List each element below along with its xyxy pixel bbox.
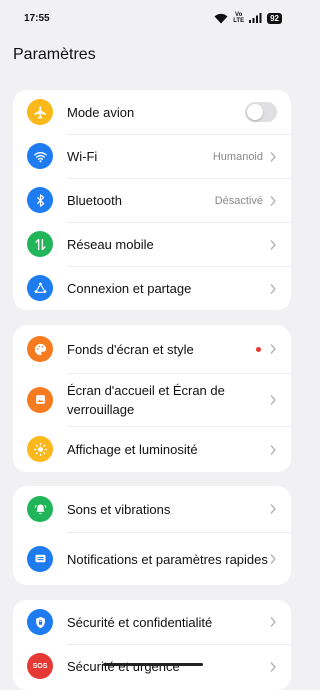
chevron-right-icon [270,504,276,514]
share-icon [27,275,53,301]
mobile-data-icon [27,231,53,257]
status-bar: 17:55 Vo LTE 92 [0,0,305,36]
sos-icon: SOS [27,653,53,679]
palette-icon [27,336,53,362]
settings-item-label: Réseau mobile [67,237,154,252]
settings-item-sons[interactable]: Sons et vibrations [13,486,291,532]
page-title: Paramètres [13,46,96,63]
settings-item-wifi[interactable]: Wi-Fi Humanoid [13,134,291,178]
settings-item-affichage[interactable]: Affichage et luminosité [13,426,291,472]
settings-item-mode-avion[interactable]: Mode avion [13,90,291,134]
notification-icon [27,545,53,572]
settings-item-fonds-ecran[interactable]: Fonds d'écran et style [13,325,291,373]
bluetooth-status-value: Désactivé [214,194,263,207]
settings-item-label: Écran d'accueil et Écran de verrouillage [67,383,225,417]
bell-icon [27,496,53,522]
settings-item-securite-confidentialite[interactable]: Sécurité et confidentialité [13,600,291,644]
chevron-right-icon [270,395,276,405]
chevron-right-icon [270,617,276,627]
wifi-network-value: Humanoid [212,150,263,163]
settings-item-label: Sécurité et urgence [67,659,180,674]
settings-item-ecran-accueil[interactable]: Écran d'accueil et Écran de verrouillage [13,373,291,426]
chevron-right-icon [270,444,276,455]
settings-item-label: Fonds d'écran et style [67,341,194,357]
chevron-right-icon [270,661,276,672]
notification-dot [256,346,261,352]
airplane-mode-toggle[interactable] [245,102,277,122]
lock-icon [27,609,53,635]
settings-item-label: Sons et vibrations [67,501,171,517]
settings-item-label: Affichage et luminosité [67,442,198,457]
settings-item-label: Connexion et partage [67,281,192,296]
settings-item-bluetooth[interactable]: Bluetooth Désactivé [13,178,291,222]
settings-group-sound: Sons et vibrations Notifications et para… [13,486,291,585]
chevron-right-icon [270,554,276,564]
chevron-right-icon [270,344,276,354]
wifi-status-icon [214,13,228,23]
chevron-right-icon [270,195,276,206]
settings-item-label: Wi-Fi [67,149,98,164]
settings-item-securite-urgence[interactable]: SOS Sécurité et urgence [13,644,291,688]
settings-item-label: Mode avion [67,104,135,120]
brightness-icon [27,436,53,462]
settings-group-security: Sécurité et confidentialité SOS Sécurité… [13,600,291,690]
settings-item-label: Notifications et paramètres rapides [67,551,268,567]
status-icons: Vo LTE 92 [214,12,282,24]
settings-item-notifications[interactable]: Notifications et paramètres rapides [13,532,291,585]
airplane-icon [27,99,53,125]
settings-item-label: Sécurité et confidentialité [67,614,213,630]
settings-group-display: Fonds d'écran et style Écran d'accueil e… [13,325,291,472]
signal-icon [249,13,262,23]
volte-indicator: Vo LTE [233,12,245,24]
chevron-right-icon [270,151,276,162]
chevron-right-icon [270,283,276,294]
status-time: 17:55 [24,12,50,24]
bluetooth-icon [27,187,53,213]
home-indicator[interactable] [103,663,203,666]
battery-icon: 92 [267,12,282,24]
chevron-right-icon [270,239,276,250]
home-screen-icon [27,386,53,413]
settings-item-connexion-partage[interactable]: Connexion et partage [13,266,291,310]
wifi-icon [27,143,53,169]
settings-group-connectivity: Mode avion Wi-Fi Humanoid Bluetooth Désa… [13,90,291,310]
settings-item-reseau-mobile[interactable]: Réseau mobile [13,222,291,266]
toggle-knob [247,104,263,120]
settings-item-label: Bluetooth [67,193,122,208]
